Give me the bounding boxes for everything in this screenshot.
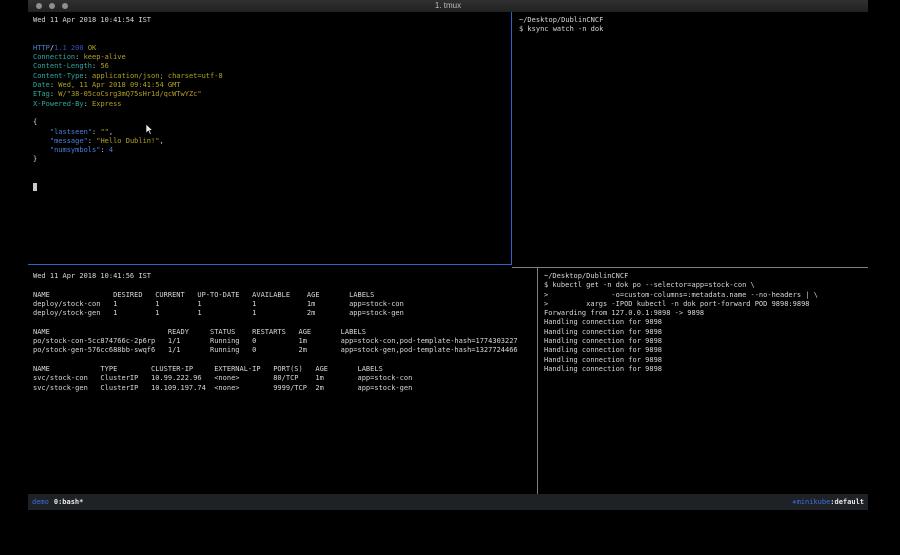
pane-port-forward[interactable]: ~/Desktop/DublinCNCF$ kubectl get -n dok… bbox=[538, 268, 868, 494]
pane-http-response[interactable]: Wed 11 Apr 2018 10:41:54 IST HTTP/1.1 200… bbox=[28, 12, 511, 264]
tmux-window-tab[interactable]: 0:bash* bbox=[54, 498, 84, 506]
terminal-line: > xargs -IPOD kubectl -n dok port-forwar… bbox=[544, 300, 868, 309]
kube-namespace: :default bbox=[830, 498, 864, 506]
pane-divider-vertical-top[interactable] bbox=[511, 12, 512, 265]
terminal-line: svc/stock-con ClusterIP 10.99.222.96 <no… bbox=[33, 374, 537, 383]
terminal-line bbox=[33, 25, 511, 34]
terminal-line: NAME TYPE CLUSTER-IP EXTERNAL-IP PORT(S)… bbox=[33, 365, 537, 374]
terminal-line: po/stock-con-5cc874766c-2p6rp 1/1 Runnin… bbox=[33, 337, 537, 346]
terminal-line bbox=[33, 281, 537, 290]
tmux-pane-grid: Wed 11 Apr 2018 10:41:54 IST HTTP/1.1 200… bbox=[28, 0, 868, 494]
terminal-line: Handling connection for 9898 bbox=[544, 328, 868, 337]
terminal-line: Forwarding from 127.0.0.1:9898 -> 9898 bbox=[544, 309, 868, 318]
terminal-line bbox=[33, 174, 511, 183]
pane-ksync-watch[interactable]: ~/Desktop/DublinCNCF$ ksync watch -n dok bbox=[512, 12, 868, 267]
terminal-line: X-Powered-By: Express bbox=[33, 100, 511, 109]
terminal-line: Connection: keep-alive bbox=[33, 53, 511, 62]
tmux-status-bar: demo 0:bash* ⎈minikube:default bbox=[28, 494, 868, 510]
terminal-line bbox=[33, 183, 511, 192]
terminal-line: deploy/stock-con 1 1 1 1 1m app=stock-co… bbox=[33, 300, 537, 309]
desktop-background: 1. tmux Wed 11 Apr 2018 10:41:54 ISTHTTP… bbox=[0, 0, 900, 555]
terminal-line: $ kubectl get -n dok po --selector=app=s… bbox=[544, 281, 868, 290]
terminal-line: Handling connection for 9898 bbox=[544, 356, 868, 365]
terminal-line: Wed 11 Apr 2018 10:41:56 IST bbox=[33, 272, 537, 281]
terminal-line bbox=[33, 356, 537, 365]
terminal-line: NAME READY STATUS RESTARTS AGE LABELS bbox=[33, 328, 537, 337]
status-right: ⎈minikube:default bbox=[792, 494, 864, 510]
terminal-line: Handling connection for 9898 bbox=[544, 318, 868, 327]
terminal-line: NAME DESIRED CURRENT UP-TO-DATE AVAILABL… bbox=[33, 291, 537, 300]
kube-context-name: minikube bbox=[797, 498, 831, 506]
terminal-line bbox=[33, 318, 537, 327]
terminal-line: { bbox=[33, 118, 511, 127]
terminal-line: ETag: W/"38-05coCsrg3mQ75sHr1d/qcWTwYZc" bbox=[33, 90, 511, 99]
tmux-session-name: demo bbox=[32, 498, 49, 506]
terminal-line: po/stock-gen-576cc688bb-swqf6 1/1 Runnin… bbox=[33, 346, 537, 355]
terminal-line: ~/Desktop/DublinCNCF bbox=[544, 272, 868, 281]
status-left: demo 0:bash* bbox=[32, 494, 83, 510]
mouse-pointer-icon bbox=[146, 124, 154, 135]
terminal-line: > -o=custom-columns=:metadata.name --no-… bbox=[544, 291, 868, 300]
terminal-line: Handling connection for 9898 bbox=[544, 337, 868, 346]
terminal-line: HTTP/1.1 200 OK bbox=[33, 44, 511, 53]
terminal-line: Handling connection for 9898 bbox=[544, 346, 868, 355]
terminal-line: Handling connection for 9898 bbox=[544, 365, 868, 374]
terminal-line: "message": "Hello Dublin!", bbox=[33, 137, 511, 146]
pane-divider-horizontal-right[interactable] bbox=[512, 267, 868, 268]
terminal-line bbox=[33, 165, 511, 174]
terminal-line: "numsymbols": 4 bbox=[33, 146, 511, 155]
terminal-line: $ ksync watch -n dok bbox=[519, 25, 868, 34]
pane-divider-horizontal-left[interactable] bbox=[28, 264, 512, 265]
terminal-line: Date: Wed, 11 Apr 2018 09:41:54 GMT bbox=[33, 81, 511, 90]
terminal-line: svc/stock-gen ClusterIP 10.109.197.74 <n… bbox=[33, 384, 537, 393]
terminal-line: Wed 11 Apr 2018 10:41:54 IST bbox=[33, 16, 511, 25]
terminal-line: deploy/stock-gen 1 1 1 1 2m app=stock-ge… bbox=[33, 309, 537, 318]
terminal-line: ~/Desktop/DublinCNCF bbox=[519, 16, 868, 25]
terminal-line: Content-Length: 56 bbox=[33, 62, 511, 71]
pane-kubectl-get[interactable]: Wed 11 Apr 2018 10:41:56 IST NAME DESIRED… bbox=[28, 268, 537, 494]
terminal-line: } bbox=[33, 155, 511, 164]
terminal-window: 1. tmux Wed 11 Apr 2018 10:41:54 ISTHTTP… bbox=[28, 0, 868, 510]
terminal-line bbox=[33, 35, 511, 44]
terminal-line bbox=[33, 109, 511, 118]
pane-divider-vertical-bottom[interactable] bbox=[537, 268, 538, 494]
terminal-line: Content-Type: application/json; charset=… bbox=[33, 72, 511, 81]
terminal-line: "lastseen": "", bbox=[33, 128, 511, 137]
